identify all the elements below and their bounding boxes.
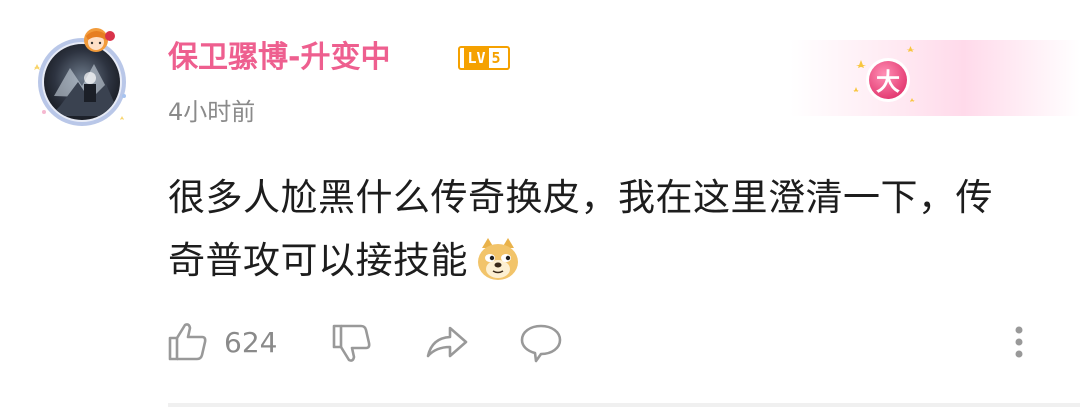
doge-emoji-icon [474, 236, 522, 284]
dislike-button[interactable] [330, 318, 374, 366]
username[interactable]: 保卫骡博-升变中 [168, 38, 390, 78]
thumbs-down-icon [332, 324, 371, 362]
thumbs-up-icon [168, 323, 207, 361]
sparkle-icon [856, 60, 866, 68]
comment-bubble-icon [520, 324, 562, 363]
comment-text-line-2: 奇普攻可以接技能 [168, 236, 522, 286]
level-badge: LV 5 [458, 46, 510, 70]
like-count: 624 [224, 325, 278, 359]
divider [168, 403, 1080, 407]
level-number: 5 [491, 49, 501, 67]
more-vertical-icon [1015, 326, 1023, 358]
fan-medal[interactable]: 大 [846, 40, 926, 116]
share-arrow-icon [426, 326, 468, 358]
reply-button[interactable] [518, 318, 564, 366]
timestamp: 4小时前 [168, 98, 256, 126]
comment-text-line-1: 很多人尬黑什么传奇换皮，我在这里澄清一下，传 [168, 176, 993, 219]
medal-text: 大 [876, 68, 900, 96]
medal-glow [790, 40, 1080, 116]
level-prefix: LV [464, 48, 489, 68]
like-button[interactable]: 624 [166, 318, 277, 366]
comment-text-line-2-text: 奇普攻可以接技能 [168, 239, 468, 282]
share-button[interactable] [424, 318, 470, 366]
more-options-button[interactable] [1006, 322, 1032, 362]
user-avatar[interactable] [30, 26, 134, 130]
